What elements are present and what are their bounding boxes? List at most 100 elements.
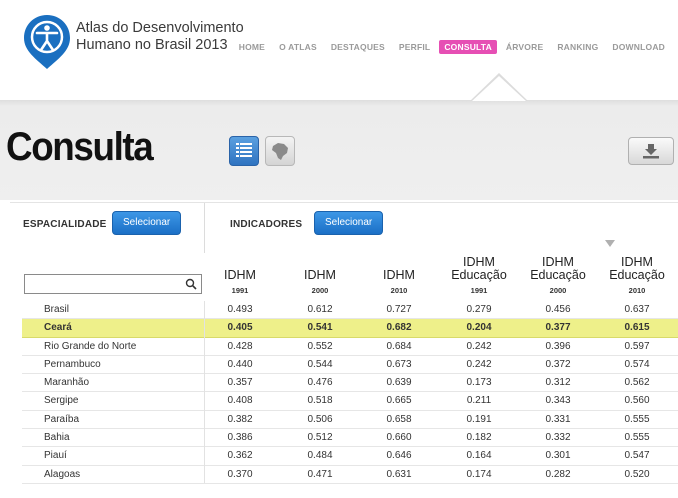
cell: 0.408 xyxy=(227,395,253,407)
column-year: 2000 xyxy=(549,286,567,295)
cell: 0.476 xyxy=(307,377,333,389)
cell: 0.362 xyxy=(227,450,253,462)
active-nav-pointer-inner xyxy=(472,76,526,101)
cell: 0.456 xyxy=(545,304,571,315)
search-input[interactable] xyxy=(24,274,202,294)
cell: 0.173 xyxy=(466,377,492,389)
nav-o-atlas[interactable]: O ATLAS xyxy=(274,40,322,54)
column-name: IDHM xyxy=(383,268,415,282)
column-year: 2010 xyxy=(628,286,646,295)
cell: 0.684 xyxy=(386,340,412,352)
column-header[interactable]: IDHM Educação 1991 xyxy=(444,256,514,296)
table-row[interactable]: Rio Grande do Norte 0.428 0.552 0.684 0.… xyxy=(22,338,678,356)
row-name: Piauí xyxy=(44,450,67,462)
cell: 0.637 xyxy=(624,304,650,315)
select-indicadores-button[interactable]: Selecionar xyxy=(314,211,384,235)
cell: 0.615 xyxy=(624,322,650,334)
cell: 0.396 xyxy=(545,340,571,352)
espacialidade-label: ESPACIALIDADE xyxy=(23,219,107,230)
table-row-highlighted[interactable]: Ceará 0.405 0.541 0.682 0.204 0.377 0.61… xyxy=(22,319,678,338)
cell: 0.428 xyxy=(227,340,253,352)
column-year: 1991 xyxy=(470,286,488,295)
cell: 0.370 xyxy=(227,468,253,480)
cell: 0.660 xyxy=(386,432,412,444)
row-name: Ceará xyxy=(44,322,72,334)
cell: 0.493 xyxy=(227,304,253,315)
column-name: IDHM xyxy=(304,268,336,282)
cell: 0.562 xyxy=(624,377,650,389)
column-header[interactable]: IDHM 1991 xyxy=(205,268,275,296)
table-icon xyxy=(236,143,252,157)
nav-ranking[interactable]: RANKING xyxy=(552,40,603,54)
column-year: 2010 xyxy=(390,286,408,295)
cell: 0.612 xyxy=(307,304,333,315)
cell: 0.182 xyxy=(466,432,492,444)
cell: 0.544 xyxy=(307,358,333,370)
brand-title[interactable]: Atlas do Desenvolvimento Humano no Brasi… xyxy=(76,20,244,54)
cell: 0.639 xyxy=(386,377,412,389)
filters-divider xyxy=(10,202,678,203)
main-nav: HOME O ATLAS DESTAQUES PERFIL CONSULTA Á… xyxy=(230,40,670,54)
table-row[interactable]: Alagoas 0.370 0.471 0.631 0.174 0.282 0.… xyxy=(22,466,678,484)
cell: 0.301 xyxy=(545,450,571,462)
column-sub: Educação xyxy=(451,268,507,282)
page-title: Consulta xyxy=(6,125,154,169)
table-row[interactable]: Piauí 0.362 0.484 0.646 0.164 0.301 0.54… xyxy=(22,447,678,466)
table-row[interactable]: Sergipe 0.408 0.518 0.665 0.211 0.343 0.… xyxy=(22,392,678,411)
map-view-button[interactable] xyxy=(265,136,295,166)
select-espacialidade-button[interactable]: Selecionar xyxy=(112,211,182,235)
cell: 0.520 xyxy=(624,468,650,480)
cell: 0.512 xyxy=(307,432,333,444)
column-header[interactable]: IDHM 2010 xyxy=(364,268,434,296)
cell: 0.665 xyxy=(386,395,412,407)
cell: 0.331 xyxy=(545,413,571,425)
table-row[interactable]: Pernambuco 0.440 0.544 0.673 0.242 0.372… xyxy=(22,356,678,375)
column-year: 1991 xyxy=(231,286,249,295)
cell: 0.471 xyxy=(307,468,333,480)
atlas-logo-icon[interactable] xyxy=(22,13,72,71)
cell: 0.555 xyxy=(624,432,650,444)
cell: 0.332 xyxy=(545,432,571,444)
cell: 0.279 xyxy=(466,304,492,315)
nav-home[interactable]: HOME xyxy=(234,40,270,54)
cell: 0.282 xyxy=(545,468,571,480)
row-name: Alagoas xyxy=(44,468,81,480)
cell: 0.727 xyxy=(386,304,412,315)
cell: 0.574 xyxy=(624,358,650,370)
column-name: IDHM xyxy=(224,268,256,282)
row-name: Sergipe xyxy=(44,395,79,407)
cell: 0.211 xyxy=(466,395,492,407)
brand-line-1: Atlas do Desenvolvimento xyxy=(76,20,244,36)
table-row[interactable]: Brasil 0.493 0.612 0.727 0.279 0.456 0.6… xyxy=(22,301,678,320)
table-view-button[interactable] xyxy=(229,136,259,166)
row-name: Rio Grande do Norte xyxy=(44,340,137,352)
nav-perfil[interactable]: PERFIL xyxy=(394,40,435,54)
column-header[interactable]: IDHM Educação 2010 xyxy=(602,256,672,296)
table-row[interactable]: Paraíba 0.382 0.506 0.658 0.191 0.331 0.… xyxy=(22,411,678,430)
nav-destaques[interactable]: DESTAQUES xyxy=(326,40,390,54)
cell: 0.673 xyxy=(386,358,412,370)
cell: 0.357 xyxy=(227,377,253,389)
row-name: Brasil xyxy=(44,304,70,315)
table-row[interactable]: Maranhão 0.357 0.476 0.639 0.173 0.312 0… xyxy=(22,374,678,393)
column-header[interactable]: IDHM Educação 2000 xyxy=(523,256,593,296)
cell: 0.204 xyxy=(466,322,492,334)
sort-indicator-icon[interactable] xyxy=(605,240,615,247)
column-header[interactable]: IDHM 2000 xyxy=(285,268,355,296)
nav-download[interactable]: DOWNLOAD xyxy=(607,40,670,54)
nav-arvore[interactable]: ÁRVORE xyxy=(501,40,548,54)
table-row[interactable]: Bahia 0.386 0.512 0.660 0.182 0.332 0.55… xyxy=(22,429,678,448)
site-header: Atlas do Desenvolvimento Humano no Brasi… xyxy=(0,0,678,100)
row-name: Paraíba xyxy=(44,413,80,425)
search-icon[interactable] xyxy=(185,278,197,290)
download-icon xyxy=(643,144,659,159)
cell: 0.658 xyxy=(386,413,412,425)
cell: 0.646 xyxy=(386,450,412,462)
download-button[interactable] xyxy=(628,137,674,165)
nav-consulta[interactable]: CONSULTA xyxy=(439,40,497,54)
data-table: Brasil 0.493 0.612 0.727 0.279 0.456 0.6… xyxy=(22,301,678,484)
cell: 0.312 xyxy=(545,377,571,389)
cell: 0.541 xyxy=(307,322,333,334)
column-sub: Educação xyxy=(609,268,665,282)
cell: 0.242 xyxy=(466,340,492,352)
